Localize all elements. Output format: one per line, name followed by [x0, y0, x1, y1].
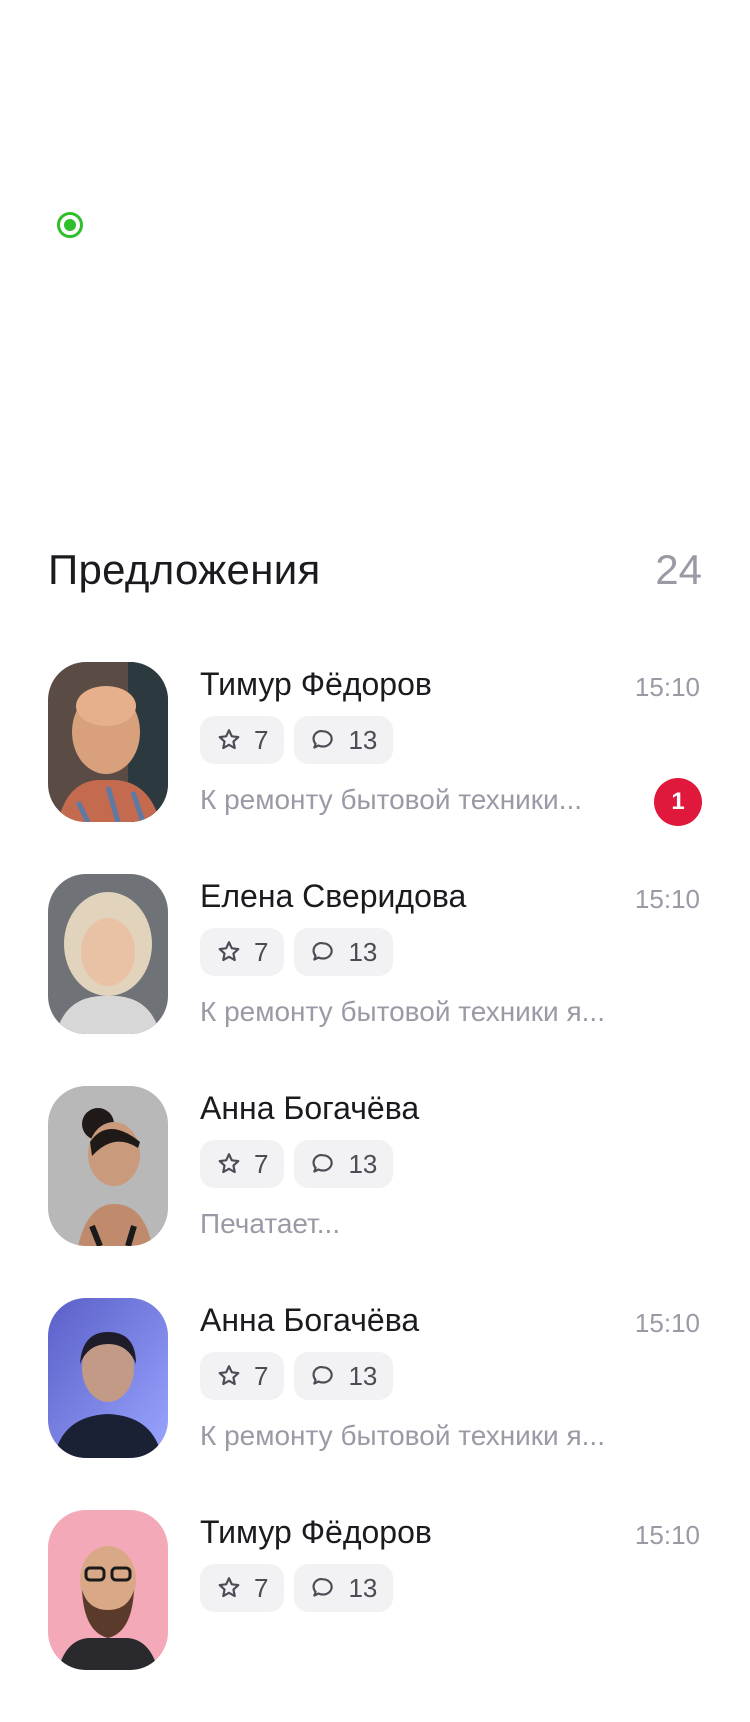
offer-name: Тимур Фёдоров [200, 1514, 432, 1550]
rating-value: 7 [254, 936, 269, 967]
comment-icon [312, 1366, 334, 1385]
offer-name: Тимур Фёдоров [200, 666, 432, 702]
comment-icon [312, 730, 334, 749]
star-icon [218, 729, 240, 750]
comments-chip: 13 [294, 928, 394, 976]
list-item[interactable]: Анна Богачёва 15:10 7 13 К ремонту бытов… [48, 1298, 702, 1510]
online-indicator-icon [57, 212, 83, 238]
section-count: 24 [655, 546, 702, 593]
offer-time: 15:10 [634, 884, 700, 914]
star-icon [218, 1577, 240, 1598]
offers-list: Тимур Фёдоров 15:10 7 13 К ремонту бытов… [48, 662, 702, 1722]
rating-chip: 7 [200, 928, 285, 976]
list-item[interactable]: Елена Сверидова 15:10 7 13 К ремонту быт… [48, 874, 702, 1086]
star-icon [218, 1153, 240, 1174]
offer-name: Анна Богачёва [200, 1090, 420, 1126]
section-header: Предложения 24 [48, 540, 702, 600]
comments-value: 13 [348, 1148, 378, 1179]
section-title: Предложения [48, 546, 321, 593]
offer-preview: К ремонту бытовой техники я... [200, 1420, 605, 1451]
list-item[interactable]: Тимур Фёдоров 15:10 7 13 К ремонту бытов… [48, 662, 702, 874]
comment-icon [312, 942, 334, 961]
star-icon [218, 941, 240, 962]
comments-value: 13 [348, 936, 378, 967]
list-item[interactable]: Тимур Фёдоров 15:10 7 13 [48, 1510, 702, 1722]
offer-preview: К ремонту бытовой техники я... [200, 996, 605, 1027]
rating-chip: 7 [200, 716, 285, 764]
rating-value: 7 [254, 724, 269, 755]
rating-value: 7 [254, 1360, 269, 1391]
comments-chip: 13 [294, 1352, 394, 1400]
offer-name: Елена Сверидова [200, 878, 467, 914]
comments-value: 13 [348, 1572, 378, 1603]
star-icon [218, 1365, 240, 1386]
comment-icon [312, 1154, 334, 1173]
rating-value: 7 [254, 1572, 269, 1603]
rating-chip: 7 [200, 1352, 285, 1400]
comments-value: 13 [348, 724, 378, 755]
comments-chip: 13 [294, 1140, 394, 1188]
offer-preview: К ремонту бытовой техники... [200, 784, 583, 815]
avatar[interactable] [48, 662, 168, 822]
comments-value: 13 [348, 1360, 378, 1391]
avatar[interactable] [48, 874, 168, 1034]
offer-time: 15:10 [634, 672, 700, 702]
avatar[interactable] [48, 1298, 168, 1458]
unread-badge: 1 [654, 778, 702, 826]
offer-time: 15:10 [634, 1308, 700, 1338]
list-item[interactable]: Анна Богачёва 7 13 Печатает... [48, 1086, 702, 1298]
offer-time: 15:10 [634, 1520, 700, 1550]
rating-chip: 7 [200, 1564, 285, 1612]
typing-indicator: Печатает... [200, 1208, 341, 1239]
avatar[interactable] [48, 1086, 168, 1246]
comments-chip: 13 [294, 1564, 394, 1612]
offer-name: Анна Богачёва [200, 1302, 420, 1338]
comment-icon [312, 1578, 334, 1597]
rating-value: 7 [254, 1148, 269, 1179]
avatar[interactable] [48, 1510, 168, 1670]
comments-chip: 13 [294, 716, 394, 764]
rating-chip: 7 [200, 1140, 285, 1188]
